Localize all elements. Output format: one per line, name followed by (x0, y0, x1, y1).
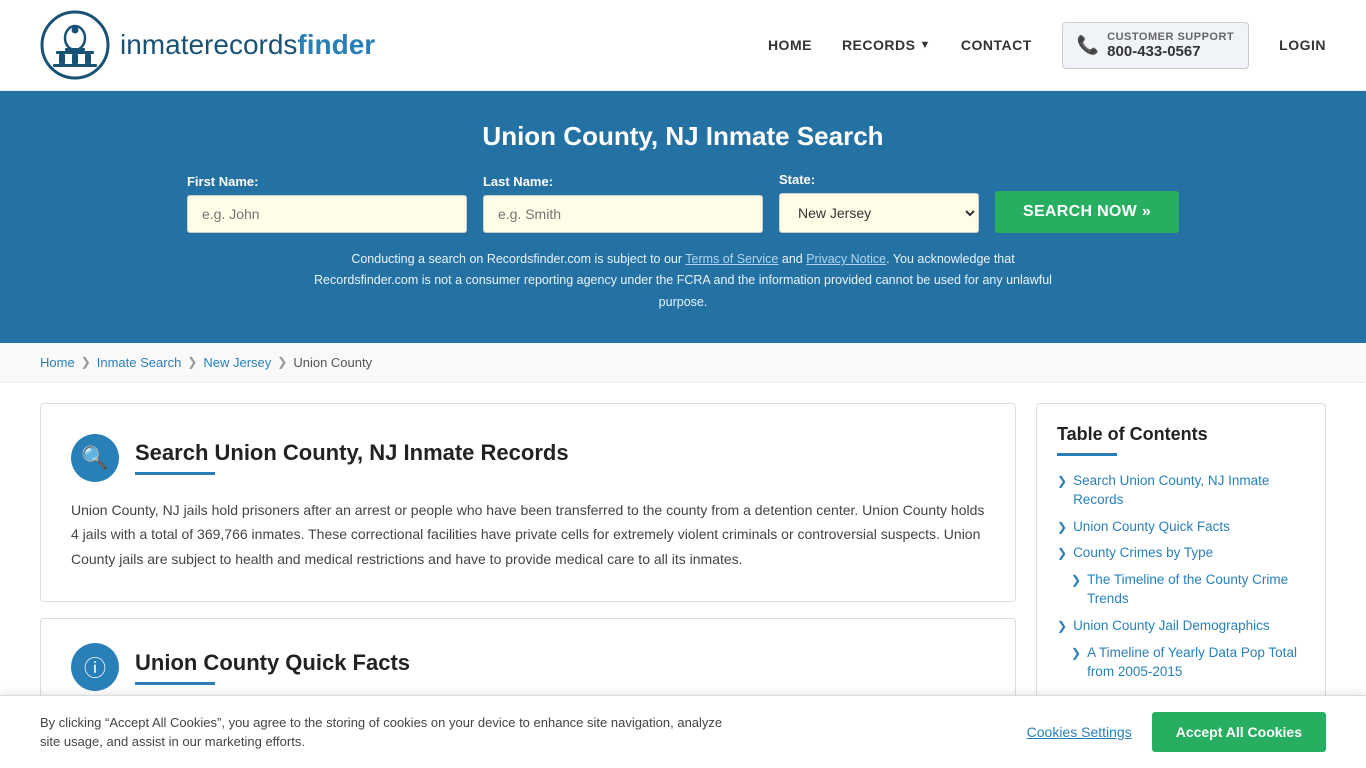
quick-facts-icon-circle: ⓘ (71, 643, 119, 691)
cookie-actions: Cookies Settings Accept All Cookies (1027, 712, 1326, 752)
state-field-group: State: New Jersey (779, 172, 979, 233)
headphone-icon: 📞 (1077, 35, 1099, 56)
login-button[interactable]: LOGIN (1279, 37, 1326, 53)
sidebar: Table of Contents ❯ Search Union County,… (1036, 403, 1326, 717)
toc-link-2[interactable]: Union County Quick Facts (1073, 518, 1230, 537)
main-content: 🔍 Search Union County, NJ Inmate Records… (0, 383, 1366, 737)
card-header: 🔍 Search Union County, NJ Inmate Records (71, 434, 985, 482)
hero-section: Union County, NJ Inmate Search First Nam… (0, 91, 1366, 343)
breadcrumb-home[interactable]: Home (40, 355, 75, 370)
last-name-input[interactable] (483, 195, 763, 233)
toc-item-3: ❯ County Crimes by Type (1057, 544, 1305, 563)
support-label: CUSTOMER SUPPORT (1107, 31, 1234, 43)
breadcrumb-state[interactable]: New Jersey (203, 355, 271, 370)
chevron-icon-6: ❯ (1071, 646, 1081, 660)
toc-link-6[interactable]: A Timeline of Yearly Data Pop Total from… (1087, 644, 1305, 682)
toc-link-5[interactable]: Union County Jail Demographics (1073, 617, 1270, 636)
toc-item-2: ❯ Union County Quick Facts (1057, 518, 1305, 537)
content-area: 🔍 Search Union County, NJ Inmate Records… (40, 403, 1036, 717)
toc-list: ❯ Search Union County, NJ Inmate Records… (1057, 472, 1305, 682)
last-name-label: Last Name: (483, 174, 553, 189)
toc-item-6: ❯ A Timeline of Yearly Data Pop Total fr… (1071, 644, 1305, 682)
logo[interactable]: inmaterecordsfinder (40, 10, 375, 80)
first-name-label: First Name: (187, 174, 259, 189)
main-nav: HOME RECORDS ▼ CONTACT 📞 CUSTOMER SUPPOR… (768, 22, 1326, 69)
quick-facts-header: ⓘ Union County Quick Facts (71, 643, 985, 691)
toc-item-5: ❯ Union County Jail Demographics (1057, 617, 1305, 636)
cookie-banner: By clicking “Accept All Cookies”, you ag… (0, 695, 1366, 768)
terms-of-service-link[interactable]: Terms of Service (685, 252, 778, 266)
breadcrumb-separator-3: ❯ (277, 355, 287, 369)
customer-support-button[interactable]: 📞 CUSTOMER SUPPORT 800-433-0567 (1062, 22, 1249, 69)
card-title: Search Union County, NJ Inmate Records (135, 440, 569, 466)
toc-underline (1057, 453, 1117, 456)
toc-item-4: ❯ The Timeline of the County Crime Trend… (1071, 571, 1305, 609)
chevron-down-icon: ▼ (919, 39, 930, 51)
nav-contact[interactable]: CONTACT (961, 37, 1032, 53)
chevron-icon-5: ❯ (1057, 619, 1067, 633)
privacy-notice-link[interactable]: Privacy Notice (806, 252, 886, 266)
search-icon-circle: 🔍 (71, 434, 119, 482)
toc-link-4[interactable]: The Timeline of the County Crime Trends (1087, 571, 1305, 609)
search-form: First Name: Last Name: State: New Jersey… (40, 172, 1326, 233)
first-name-input[interactable] (187, 195, 467, 233)
inmate-records-card: 🔍 Search Union County, NJ Inmate Records… (40, 403, 1016, 603)
hero-disclaimer: Conducting a search on Recordsfinder.com… (308, 249, 1058, 313)
chevron-icon-3: ❯ (1057, 546, 1067, 560)
first-name-field-group: First Name: (187, 174, 467, 233)
nav-records[interactable]: RECORDS ▼ (842, 37, 931, 53)
search-button[interactable]: SEARCH NOW » (995, 191, 1179, 233)
chevron-icon-2: ❯ (1057, 520, 1067, 534)
last-name-field-group: Last Name: (483, 174, 763, 233)
breadcrumb-current: Union County (293, 355, 372, 370)
quick-facts-title: Union County Quick Facts (135, 650, 410, 676)
toc-link-1[interactable]: Search Union County, NJ Inmate Records (1073, 472, 1305, 510)
toc-link-3[interactable]: County Crimes by Type (1073, 544, 1213, 563)
info-icon: ⓘ (84, 651, 106, 683)
state-label: State: (779, 172, 815, 187)
chevron-icon-4: ❯ (1071, 573, 1081, 587)
state-select[interactable]: New Jersey (779, 193, 979, 233)
card-title-underline (135, 472, 215, 475)
support-number: 800-433-0567 (1107, 43, 1234, 60)
logo-icon (40, 10, 110, 80)
chevron-icon-1: ❯ (1057, 474, 1067, 488)
breadcrumb-separator-2: ❯ (187, 355, 197, 369)
breadcrumb-inmate-search[interactable]: Inmate Search (97, 355, 182, 370)
breadcrumb: Home ❯ Inmate Search ❯ New Jersey ❯ Unio… (0, 343, 1366, 383)
hero-title: Union County, NJ Inmate Search (40, 121, 1326, 152)
logo-text: inmaterecordsfinder (120, 29, 375, 61)
toc-title: Table of Contents (1057, 424, 1305, 445)
toc-item-1: ❯ Search Union County, NJ Inmate Records (1057, 472, 1305, 510)
card-body: Union County, NJ jails hold prisoners af… (71, 498, 985, 572)
cookies-settings-button[interactable]: Cookies Settings (1027, 724, 1132, 740)
cookie-text: By clicking “Accept All Cookies”, you ag… (40, 713, 740, 752)
quick-facts-underline (135, 682, 215, 685)
accept-cookies-button[interactable]: Accept All Cookies (1152, 712, 1326, 752)
nav-home[interactable]: HOME (768, 37, 812, 53)
toc-card: Table of Contents ❯ Search Union County,… (1036, 403, 1326, 703)
site-header: inmaterecordsfinder HOME RECORDS ▼ CONTA… (0, 0, 1366, 91)
search-icon: 🔍 (81, 445, 108, 471)
breadcrumb-separator-1: ❯ (81, 355, 91, 369)
